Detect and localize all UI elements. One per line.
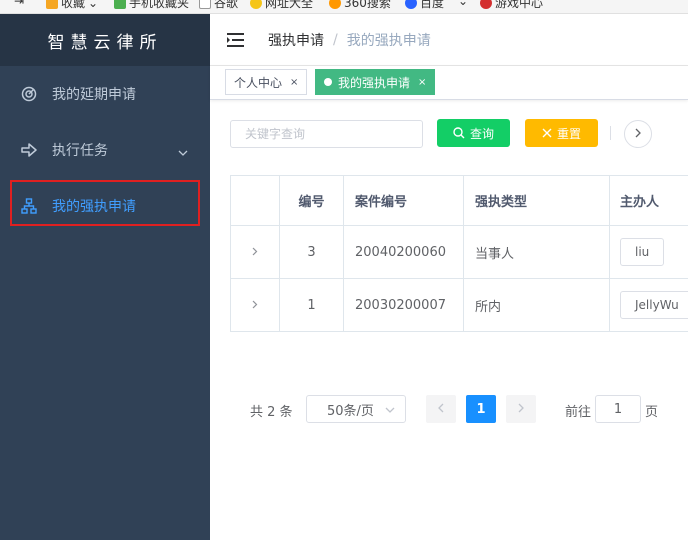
table-row: 3 20040200060 当事人 liu	[231, 226, 688, 279]
breadcrumb-item-current: 我的强执申请	[346, 32, 431, 49]
tag-label: 个人中心	[234, 75, 283, 90]
tag-my-enforcement-applications[interactable]: 我的强执申请 ×	[315, 69, 436, 95]
bookmark-hao[interactable]: 网址大全	[250, 0, 313, 11]
chevron-left-icon	[438, 402, 444, 417]
page-size-value: 50条/页	[327, 403, 374, 419]
row-expand-button[interactable]	[231, 279, 280, 332]
breadcrumb-item[interactable]: 强执申请	[268, 30, 324, 50]
chevron-right-icon	[252, 298, 258, 313]
next-page-button[interactable]	[506, 395, 536, 423]
reset-button[interactable]: 重置	[525, 119, 598, 147]
column-header: 强执类型	[464, 176, 610, 226]
table-row: 1 20030200007 所内 JellyWu	[231, 279, 688, 332]
bookmark-baidu[interactable]: 百度	[405, 0, 444, 11]
table-header-row: 编号 案件编号 强执类型 主办人	[231, 176, 688, 226]
header-expand	[231, 176, 280, 226]
phone-icon	[114, 0, 126, 9]
row-expand-button[interactable]	[231, 226, 280, 279]
cell-case-number: 20030200007	[344, 279, 464, 332]
column-header: 案件编号	[344, 176, 464, 226]
radar-icon	[20, 85, 38, 103]
chevron-down-icon	[178, 144, 188, 160]
page-size-select[interactable]: 50条/页	[306, 395, 406, 423]
search-input[interactable]	[230, 120, 423, 148]
chevron-right-icon	[252, 245, 258, 260]
breadcrumb: 强执申请 / 我的强执申请	[268, 30, 431, 50]
bookmark-favorites[interactable]: 收藏 ⌄	[46, 0, 98, 11]
close-icon	[542, 128, 552, 138]
chevron-right-icon	[635, 127, 642, 142]
enforcement-table: 编号 案件编号 强执类型 主办人 3 20040200060 当事人 liu 1…	[230, 175, 688, 332]
pagination-total: 共 2 条	[250, 405, 293, 420]
goto-page-input[interactable]	[595, 395, 641, 423]
search-icon	[453, 127, 465, 139]
bookmark-mobile[interactable]: 手机收藏夹	[114, 0, 189, 11]
cell-case-number: 20040200060	[344, 226, 464, 279]
close-icon[interactable]: ×	[418, 77, 426, 88]
sidebar-item-extension-applications[interactable]: 我的延期申请	[0, 66, 210, 122]
page-label: 页	[645, 405, 659, 420]
arrow-right-icon	[20, 141, 38, 159]
column-header: 编号	[280, 176, 344, 226]
sidebar-item-label: 执行任务	[52, 143, 108, 159]
close-icon[interactable]: ×	[290, 77, 298, 88]
cell-enforcement-type: 所内	[464, 279, 610, 332]
tag-personal-center[interactable]: 个人中心 ×	[225, 69, 308, 95]
highlight-box	[10, 180, 200, 226]
query-button-label: 查询	[469, 126, 494, 141]
query-button[interactable]: 查询	[437, 119, 510, 147]
breadcrumb-separator: /	[333, 31, 338, 48]
toolbar-divider	[610, 126, 611, 140]
page-icon	[199, 0, 211, 9]
cell-enforcement-type: 当事人	[464, 226, 610, 279]
sidebar-item-label: 我的延期申请	[52, 87, 136, 103]
cell-number: 1	[280, 279, 344, 332]
bookmark-more[interactable]: ⌄	[458, 0, 468, 8]
globe-icon	[250, 0, 262, 9]
chevron-right-icon	[518, 402, 524, 417]
column-header: 主办人	[610, 176, 688, 226]
cell-number: 3	[280, 226, 344, 279]
paw-icon	[405, 0, 417, 9]
goto-label: 前往	[565, 405, 592, 420]
reset-button-label: 重置	[556, 126, 581, 141]
app-logo: 智慧云律所	[0, 14, 210, 66]
search-360-icon	[329, 0, 341, 9]
cell-host: JellyWu	[610, 279, 688, 332]
bookmark-back-icon[interactable]: ⇥	[14, 0, 24, 8]
host-tag: JellyWu	[620, 291, 688, 319]
cell-host: liu	[610, 226, 688, 279]
active-dot-icon	[324, 78, 332, 86]
bookmark-games[interactable]: 游戏中心	[480, 0, 543, 11]
bookmark-360[interactable]: 360搜索	[329, 0, 391, 11]
sidebar-item-execution-tasks[interactable]: 执行任务	[0, 122, 210, 178]
expand-button[interactable]	[624, 120, 652, 148]
top-navbar: 强执申请 / 我的强执申请	[210, 14, 688, 66]
star-icon	[46, 0, 58, 9]
host-tag: liu	[620, 238, 665, 266]
tags-view: 个人中心 × 我的强执申请 ×	[210, 66, 688, 100]
bookmark-google[interactable]: 谷歌	[199, 0, 238, 11]
prev-page-button[interactable]	[426, 395, 456, 423]
menu-fold-icon[interactable]	[227, 32, 244, 47]
browser-bookmark-bar: ⇥ 收藏 ⌄ 手机收藏夹 谷歌 网址大全 360搜索 百度 ⌄ 游戏中心	[0, 0, 688, 14]
page-number-active[interactable]: 1	[466, 395, 496, 423]
tag-label: 我的强执申请	[338, 75, 411, 90]
chevron-down-icon	[385, 402, 395, 417]
game-icon	[480, 0, 492, 9]
